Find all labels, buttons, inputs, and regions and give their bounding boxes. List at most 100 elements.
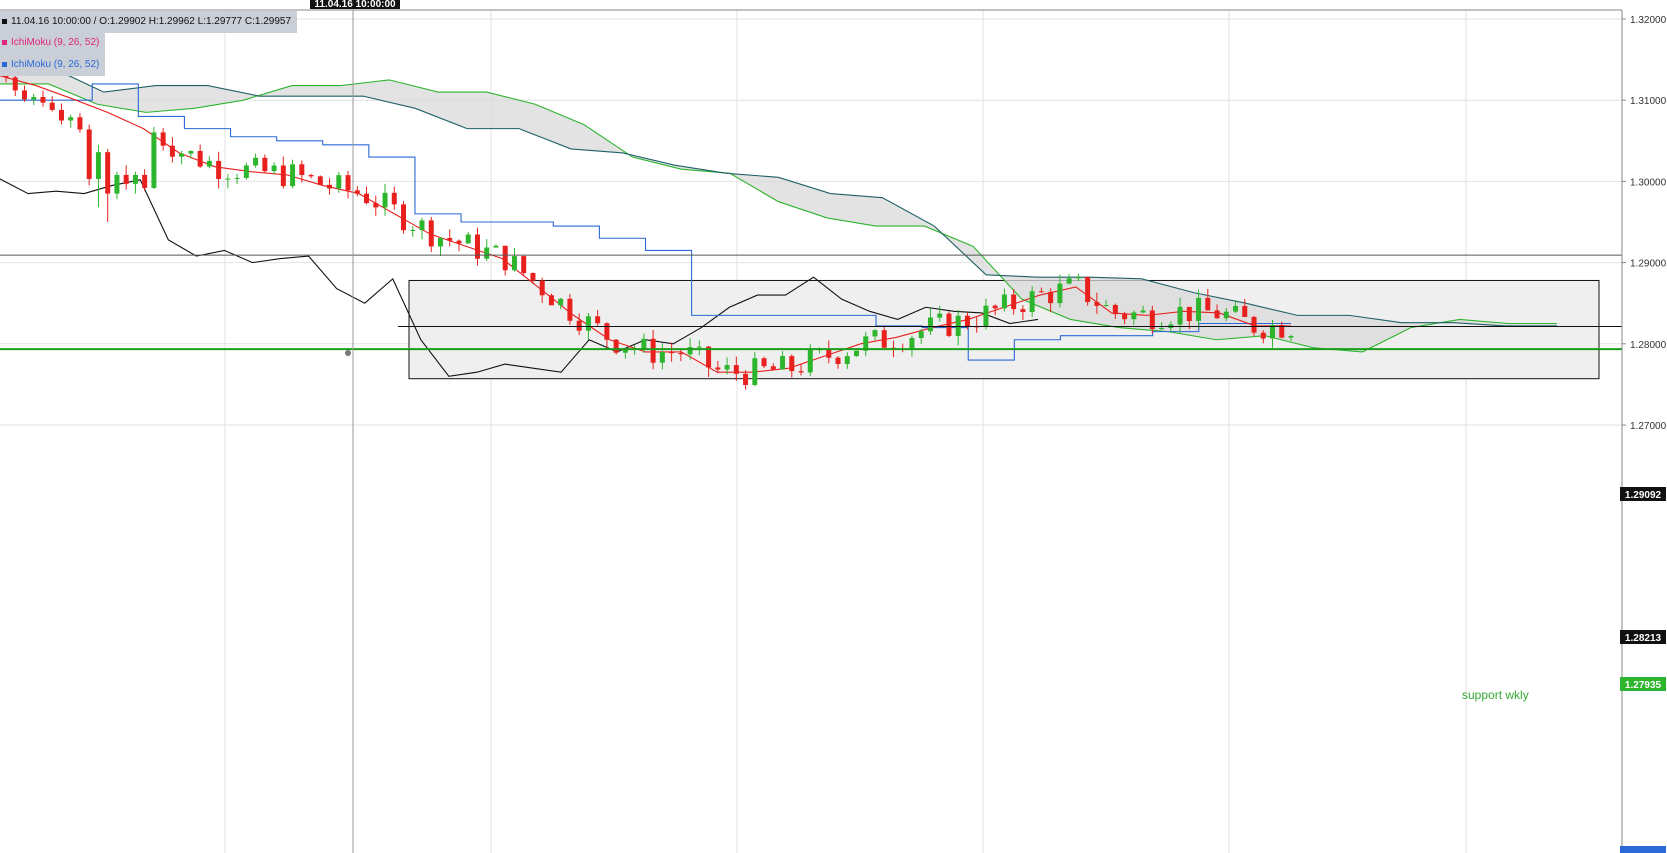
candle-body xyxy=(567,298,573,321)
candle-body xyxy=(1122,314,1128,320)
ichimoku-legend-1[interactable]: IchiMoku (9, 26, 52) xyxy=(0,32,106,54)
candle-body xyxy=(696,346,702,348)
candle-body xyxy=(77,117,83,130)
price-tag-kijun xyxy=(1620,846,1666,853)
candle-body xyxy=(336,175,342,189)
candle-body xyxy=(262,157,268,172)
square-icon xyxy=(2,18,7,24)
candle-body xyxy=(40,96,46,103)
candle-body xyxy=(1140,310,1146,313)
square-icon xyxy=(2,61,7,67)
candle-body xyxy=(798,371,804,373)
candle-body xyxy=(299,164,305,176)
candle-body xyxy=(1196,297,1202,322)
candle-body xyxy=(1214,310,1220,319)
y-tick-label: 1.32000 xyxy=(1630,15,1667,26)
candle-body xyxy=(946,313,952,336)
candle-body xyxy=(31,96,37,100)
candle-body xyxy=(826,349,832,358)
candle-body xyxy=(780,356,786,370)
candle-body xyxy=(548,295,554,306)
crosshair-dot xyxy=(345,350,351,356)
candle-body xyxy=(789,356,795,372)
candle-body xyxy=(327,184,333,189)
price-tag-support: 1.27935 xyxy=(1620,677,1666,691)
candle-body xyxy=(1094,302,1100,306)
candle-body xyxy=(752,358,758,385)
price-axis[interactable]: 1.32000 1.31000 1.30000 1.29000 1.28000 1.270… xyxy=(1622,15,1667,432)
candle-body xyxy=(1251,316,1257,333)
candle-body xyxy=(225,178,231,180)
candle-body xyxy=(1242,305,1248,317)
candle-body xyxy=(770,366,776,370)
y-tick-label: 1.29000 xyxy=(1630,259,1667,270)
candle-body xyxy=(807,350,813,373)
candle-body xyxy=(484,247,490,259)
candle-body xyxy=(854,350,860,357)
candle-body xyxy=(345,175,351,191)
candle-body xyxy=(1048,291,1054,304)
candle-body xyxy=(216,160,222,179)
candle-body xyxy=(142,174,148,188)
candle-body xyxy=(271,165,277,172)
candle-body xyxy=(909,337,915,350)
candle-body xyxy=(1011,294,1017,310)
candle-body xyxy=(1260,332,1266,339)
crosshair-date-text: 11.04.16 10:00:00 xyxy=(314,0,396,10)
candle-body xyxy=(419,220,425,231)
candle-body xyxy=(844,356,850,365)
candle-body xyxy=(955,315,961,336)
candle-body xyxy=(1177,306,1183,325)
candle-body xyxy=(188,150,194,154)
candle-body xyxy=(1186,306,1192,322)
candle-body xyxy=(12,77,18,91)
candle-body xyxy=(641,338,647,349)
candle-body xyxy=(1112,305,1118,315)
candle-body xyxy=(743,373,749,385)
candle-body xyxy=(715,367,721,370)
candle-body xyxy=(964,315,970,327)
ichimoku-legend-2-text: IchiMoku (9, 26, 52) xyxy=(11,59,100,70)
candle-body xyxy=(927,317,933,332)
candle-body xyxy=(1223,311,1229,319)
candle-body xyxy=(1288,336,1294,338)
candle-body xyxy=(761,358,767,367)
y-tick-label: 1.31000 xyxy=(1630,96,1667,107)
candle-body xyxy=(86,129,92,179)
candle-body xyxy=(1270,325,1276,339)
candle-body xyxy=(595,316,601,324)
price-tag-horizontal-text: 1.29092 xyxy=(1625,490,1662,501)
candle-body xyxy=(576,320,582,331)
candle-body xyxy=(678,353,684,355)
candle-body xyxy=(253,157,259,166)
candle-body xyxy=(410,230,416,232)
candle-body xyxy=(456,240,462,244)
candle-body xyxy=(521,256,527,274)
ichimoku-chart[interactable]: 11.04.16 10:00:00 1.320001.310001.300001… xyxy=(0,0,1667,853)
candle-body xyxy=(493,245,499,248)
candle-body xyxy=(992,305,998,309)
price-tag-support-text: 1.27935 xyxy=(1625,680,1662,691)
candle-body xyxy=(733,365,739,374)
candle-body xyxy=(114,174,120,194)
ichimoku-legend-2[interactable]: IchiMoku (9, 26, 52) xyxy=(0,54,106,76)
candle-body xyxy=(1075,277,1081,279)
candle-body xyxy=(243,165,249,178)
candle-body xyxy=(364,193,370,204)
candle-body xyxy=(132,174,138,184)
candle-body xyxy=(123,174,129,184)
candle-body xyxy=(659,351,665,363)
candle-body xyxy=(308,175,314,177)
candle-body xyxy=(382,192,388,208)
candle-body xyxy=(95,152,101,179)
candle-body xyxy=(650,338,656,363)
candle-body xyxy=(169,145,175,157)
candle-body xyxy=(179,153,185,157)
candle-body xyxy=(317,176,323,185)
candle-body xyxy=(881,330,887,348)
candle-body xyxy=(1020,309,1026,312)
candle-body xyxy=(437,237,443,247)
candle-body xyxy=(539,280,545,296)
candle-body xyxy=(1131,312,1137,320)
candle-body xyxy=(58,109,64,121)
